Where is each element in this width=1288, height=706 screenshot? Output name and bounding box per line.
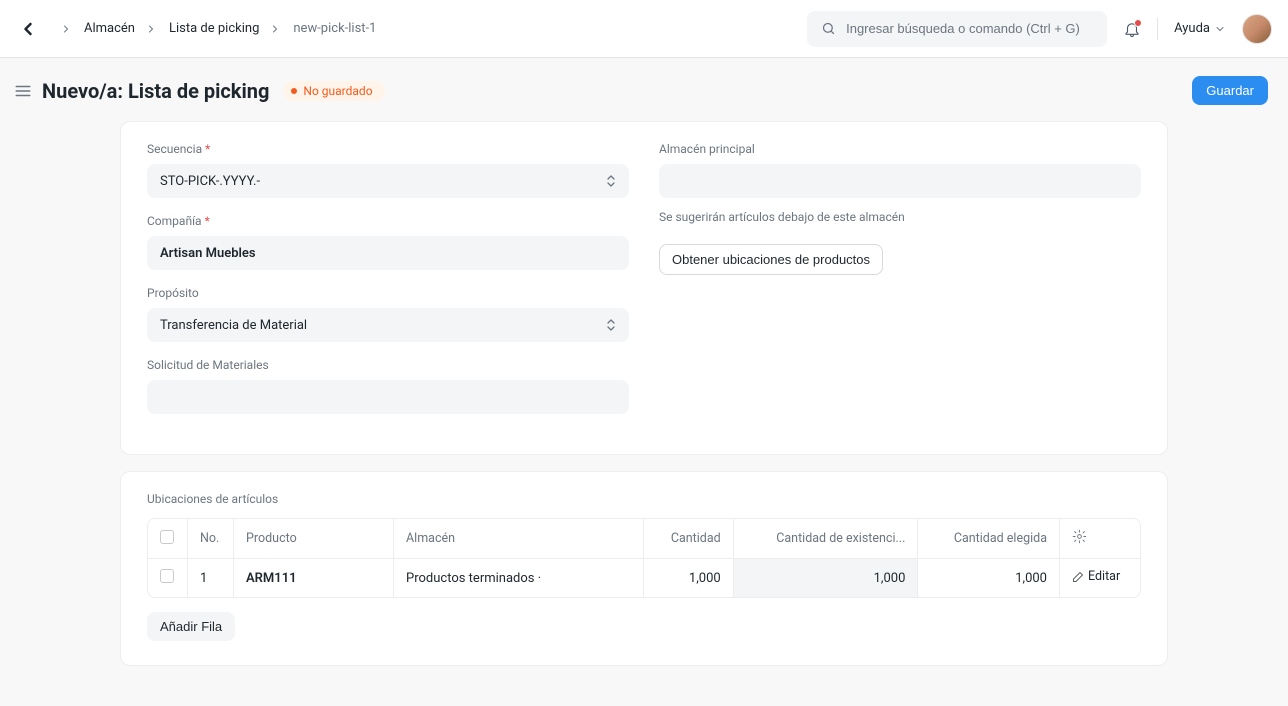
edit-row-button[interactable]: Editar: [1072, 569, 1120, 584]
help-label: Ayuda: [1174, 21, 1210, 36]
company-label: Compañía *: [147, 214, 629, 228]
table-row[interactable]: 1 ARM111 Productos terminados · 1,000 1,…: [148, 559, 1140, 597]
company-input[interactable]: Artisan Muebles: [147, 236, 629, 270]
breadcrumb-almacen[interactable]: Almacén: [84, 21, 135, 36]
menu-toggle[interactable]: [14, 82, 32, 100]
col-qty[interactable]: Cantidad: [644, 519, 734, 559]
col-product[interactable]: Producto: [234, 519, 394, 559]
help-menu[interactable]: Ayuda: [1174, 21, 1226, 36]
row-product[interactable]: ARM111: [234, 559, 394, 597]
app-logo[interactable]: [16, 17, 40, 41]
status-badge: No guardado: [283, 81, 384, 101]
notifications-button[interactable]: [1123, 20, 1141, 38]
page-title: Nuevo/a: Lista de picking: [42, 79, 269, 103]
search-input[interactable]: [846, 21, 1093, 36]
main-warehouse-help: Se sugerirán artículos debajo de este al…: [659, 210, 1141, 224]
menu-icon: [14, 82, 32, 100]
purpose-value: Transferencia de Material: [160, 318, 606, 333]
row-no: 1: [188, 559, 234, 597]
save-button[interactable]: Guardar: [1192, 76, 1268, 105]
search-input-container[interactable]: [807, 11, 1107, 47]
table-card: Ubicaciones de artículos No. Producto Al…: [120, 471, 1168, 666]
notification-dot: [1134, 19, 1142, 27]
sequence-select[interactable]: STO-PICK-.YYYY.-: [147, 164, 629, 198]
pencil-icon: [1072, 571, 1084, 583]
add-row-button[interactable]: Añadir Fila: [147, 612, 235, 641]
form-card: Secuencia * STO-PICK-.YYYY.- Compañía * …: [120, 121, 1168, 455]
gear-icon: [1072, 529, 1087, 544]
search-icon: [821, 21, 836, 36]
get-locations-button[interactable]: Obtener ubicaciones de productos: [659, 244, 883, 275]
breadcrumb: Almacén Lista de picking new-pick-list-1: [60, 21, 376, 36]
select-all-checkbox[interactable]: [160, 530, 174, 544]
status-text: No guardado: [303, 84, 372, 98]
chevron-right-icon: [145, 22, 159, 36]
breadcrumb-current: new-pick-list-1: [293, 21, 376, 36]
company-value: Artisan Muebles: [160, 246, 616, 261]
select-arrows-icon: [606, 174, 616, 188]
col-no: No.: [188, 519, 234, 559]
user-avatar[interactable]: [1242, 14, 1272, 44]
col-stock-qty[interactable]: Cantidad de existenci...: [734, 519, 919, 559]
col-picked-qty[interactable]: Cantidad elegida: [918, 519, 1060, 559]
chevron-down-icon: [1214, 23, 1226, 35]
material-req-input[interactable]: [147, 380, 629, 414]
table-settings-button[interactable]: [1072, 529, 1087, 544]
main-warehouse-input[interactable]: [659, 164, 1141, 198]
items-table: No. Producto Almacén Cantidad Cantidad d…: [147, 518, 1141, 598]
sequence-label: Secuencia *: [147, 142, 629, 156]
select-arrows-icon: [606, 318, 616, 332]
chevron-right-icon: [269, 22, 283, 36]
row-qty[interactable]: 1,000: [644, 559, 734, 597]
row-stock-qty[interactable]: 1,000: [734, 559, 919, 597]
table-header-row: No. Producto Almacén Cantidad Cantidad d…: [148, 519, 1140, 559]
material-req-label: Solicitud de Materiales: [147, 358, 629, 372]
row-checkbox[interactable]: [160, 569, 174, 583]
purpose-label: Propósito: [147, 286, 629, 300]
main-warehouse-label: Almacén principal: [659, 142, 1141, 156]
table-section-title: Ubicaciones de artículos: [147, 492, 1141, 506]
row-picked-qty[interactable]: 1,000: [918, 559, 1060, 597]
row-warehouse[interactable]: Productos terminados ·: [394, 559, 644, 597]
edit-label: Editar: [1088, 569, 1120, 584]
col-warehouse[interactable]: Almacén: [394, 519, 644, 559]
divider: [1157, 18, 1158, 40]
breadcrumb-lista-picking[interactable]: Lista de picking: [169, 21, 259, 36]
purpose-select[interactable]: Transferencia de Material: [147, 308, 629, 342]
status-dot: [291, 88, 297, 94]
chevron-right-icon: [60, 22, 74, 36]
sequence-value: STO-PICK-.YYYY.-: [160, 174, 606, 189]
